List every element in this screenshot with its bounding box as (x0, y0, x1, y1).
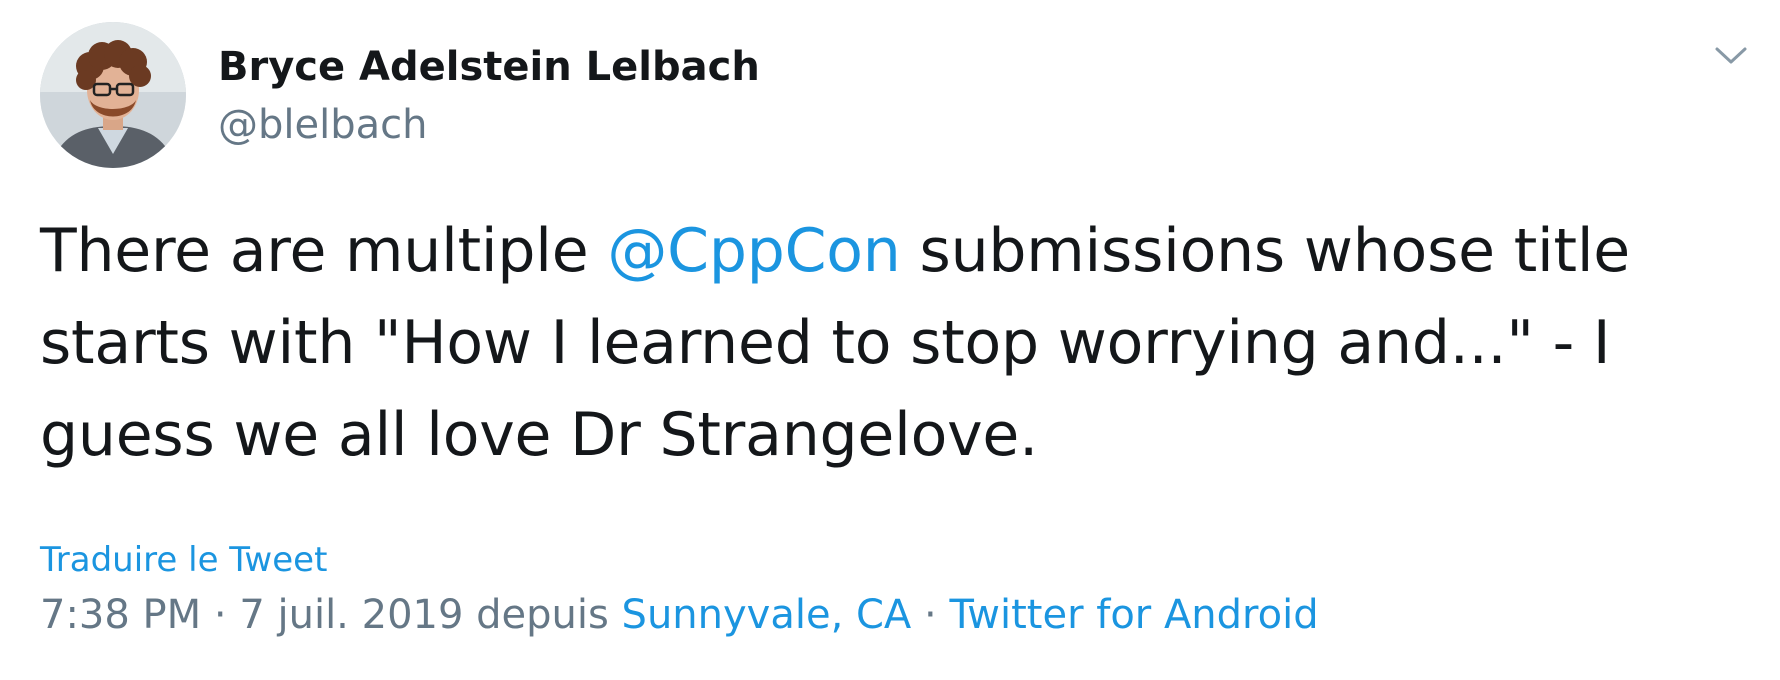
translate-tweet-link[interactable]: Traduire le Tweet (40, 538, 327, 582)
meta-separator: · (201, 592, 240, 638)
avatar[interactable] (40, 22, 186, 168)
user-avatar-icon (40, 22, 186, 168)
tweet-text-before: There are multiple (40, 216, 608, 286)
tweet-metadata: 7:38 PM · 7 juil. 2019 depuis Sunnyvale,… (40, 590, 1319, 640)
location-link[interactable]: Sunnyvale, CA (622, 592, 912, 638)
tweet-menu-button[interactable] (1713, 40, 1749, 70)
mention-link[interactable]: @CppCon (607, 216, 901, 286)
chevron-down-icon (1715, 47, 1747, 64)
source-app-link[interactable]: Twitter for Android (949, 592, 1318, 638)
from-label: depuis (463, 592, 622, 638)
author-display-name[interactable]: Bryce Adelstein Lelbach (218, 42, 760, 92)
tweet-card: Bryce Adelstein Lelbach @blelbach There … (0, 0, 1780, 680)
tweet-date[interactable]: 7 juil. 2019 (239, 592, 463, 638)
tweet-time[interactable]: 7:38 PM (40, 592, 201, 638)
meta-separator: · (911, 592, 950, 638)
tweet-text: There are multiple @CppCon submissions w… (40, 205, 1740, 481)
author-handle[interactable]: @blelbach (218, 100, 427, 150)
